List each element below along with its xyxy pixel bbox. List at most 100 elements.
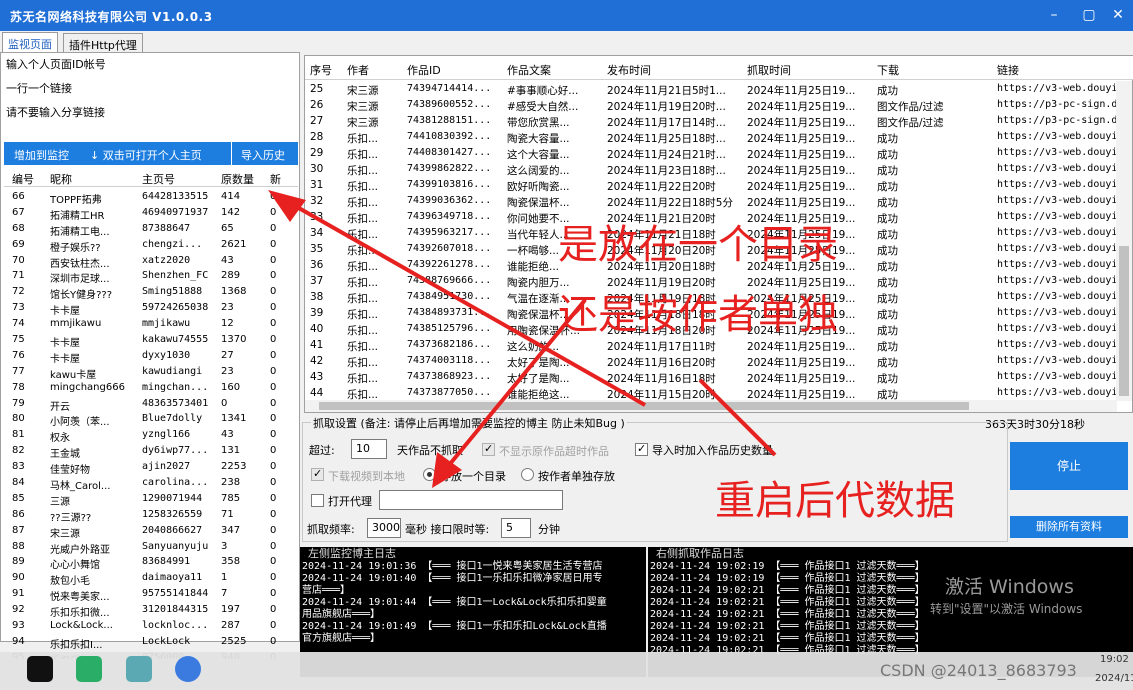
table-row[interactable]: 29 乐扣... 74408301427... 这个大容量... 2024年11月24日… [305, 145, 1117, 161]
wait-input[interactable]: 5 [501, 518, 531, 538]
table-row[interactable]: 25 宋三源 74394714414... #事事顺心好... 2024年11月21日5… [305, 81, 1117, 97]
table-row[interactable]: 92 乐扣乐扣微... 31201844315 197 0 [4, 602, 298, 619]
download-local-checkbox[interactable] [311, 467, 324, 481]
table-row[interactable]: 81 权永 yzngl166 43 0 [4, 427, 298, 444]
table-row[interactable]: 66 TOPPF拓弗 64428133515 414 0 [4, 189, 298, 206]
table-row[interactable]: 83 佳莹好物 ajin2027 2253 0 [4, 459, 298, 476]
table-cell: 2024年11月21日5时1... [607, 85, 726, 97]
open-proxy-checkbox[interactable] [311, 494, 324, 507]
table-row[interactable]: 30 乐扣... 74399862822... 这么阔爱的... 2024年11月23日… [305, 161, 1117, 177]
table-row[interactable]: 74 mmjikawu mmjikawu 12 0 [4, 316, 298, 332]
table-cell: 36 [310, 259, 324, 271]
proxy-input[interactable] [379, 490, 563, 510]
table-row[interactable]: 32 乐扣... 74399036362... 陶瓷保温杯... 2024年11月22日… [305, 193, 1117, 209]
table-cell: 92 [12, 604, 25, 616]
over-days-input[interactable]: 10 [351, 439, 387, 459]
table-row[interactable]: 84 马林_Carol... carolina... 238 0 [4, 475, 298, 492]
table-cell: 宋三源 [347, 101, 379, 113]
table-row[interactable]: 44 乐扣... 74373877050... 谁能拒绝这... 2024年11月15日… [305, 385, 1117, 401]
maximize-icon[interactable]: ▢ [1077, 4, 1101, 26]
table-row[interactable]: 75 卡卡屋 kakawu74555 1370 0 [4, 332, 298, 349]
table-row[interactable]: 31 乐扣... 74399103816... 欧好听陶瓷... 2024年11月22日… [305, 177, 1117, 193]
table-cell: 成功 [877, 325, 898, 337]
table-row[interactable]: 26 宋三源 74389600552... #感受大自然... 2024年11月19日2… [305, 97, 1117, 113]
import-history-checkbox[interactable] [635, 442, 648, 456]
table-row[interactable]: 71 深圳市足球... Shenzhen_FC 289 0 [4, 268, 298, 285]
table-row[interactable]: 80 小阿羡（苯... Blue7dolly 1341 0 [4, 411, 298, 428]
scroll-thumb[interactable] [319, 402, 969, 410]
store-by-author-radio[interactable] [521, 468, 534, 481]
col-nickname[interactable]: 昵称 [50, 171, 72, 187]
instruction-line[interactable]: 输入个人页面ID帐号 [6, 56, 106, 72]
app-icon[interactable] [126, 656, 152, 682]
qq-icon[interactable] [27, 656, 53, 682]
hide-old-checkbox[interactable] [482, 442, 495, 456]
col-work-id[interactable]: 作品ID [407, 62, 441, 78]
wechat-icon[interactable] [76, 656, 102, 682]
instruction-line[interactable]: 请不要输入分享链接 [6, 104, 105, 120]
table-cell: 0 [270, 206, 277, 218]
table-row[interactable]: 90 敖包小毛 daimaoya11 1 0 [4, 570, 298, 587]
import-history-button[interactable]: 导入历史 [241, 147, 285, 163]
table-row[interactable]: 88 光威户外路亚 Sanyuanyuju 3 0 [4, 539, 298, 556]
table-cell: 69 [12, 238, 25, 250]
col-link[interactable]: 链接 [997, 62, 1019, 78]
col-download[interactable]: 下载 [877, 62, 899, 78]
col-author[interactable]: 作者 [347, 62, 369, 78]
table-cell: Sanyuanyuju [142, 540, 209, 552]
table-row[interactable]: 91 悦来粤美家... 95755141844 7 0 [4, 586, 298, 603]
add-to-monitor-button[interactable]: 增加到监控 [14, 147, 69, 163]
table-row[interactable]: 72 馆长Y健身??? Sming51888 1368 0 [4, 284, 298, 301]
col-id[interactable]: 编号 [12, 171, 34, 187]
table-row[interactable]: 27 宋三源 74381288151... 带您欣赏黑... 2024年11月17日14… [305, 113, 1117, 129]
table-row[interactable]: 69 橙子娱乐?? chengzi... 2621 0 [4, 237, 298, 254]
table-row[interactable]: 93 Lock&Lock... locknloc... 287 0 [4, 618, 298, 634]
col-publish-time[interactable]: 发布时间 [607, 62, 651, 78]
col-orig-count[interactable]: 原数量 [221, 171, 254, 187]
table-cell: 0 [270, 620, 277, 632]
tab-monitor[interactable]: 监视页面 [2, 32, 58, 53]
table-cell: 0 [270, 572, 277, 584]
table-cell: 28 [310, 131, 324, 143]
table-row[interactable]: 43 乐扣... 74373868923... 太好了是陶... 2024年11月16日… [305, 369, 1117, 385]
table-row[interactable]: 87 宋三源 2040866627 347 0 [4, 523, 298, 540]
vertical-scrollbar[interactable] [1116, 81, 1132, 401]
freq-input[interactable]: 3000 [367, 518, 401, 538]
table-row[interactable]: 42 乐扣... 74374003118... 太好了是陶... 2024年11月16日… [305, 353, 1117, 369]
monitor-toolbar: 增加到监控 ↓ 双击可打开个人主页 导入历史 [4, 142, 298, 165]
table-row[interactable]: 73 卡卡屋 59724265038 23 0 [4, 300, 298, 317]
col-new[interactable]: 新 [270, 171, 281, 187]
col-homepage[interactable]: 主页号 [142, 171, 175, 187]
close-icon[interactable]: ✕ [1106, 4, 1130, 26]
table-row[interactable]: 78 mingchang666 mingchan... 160 0 [4, 380, 298, 396]
table-row[interactable]: 85 三源 1290071944 785 0 [4, 491, 298, 508]
table-row[interactable]: 94 乐扣乐扣I... LockLock 2525 0 [4, 634, 298, 651]
scroll-thumb[interactable] [1119, 246, 1129, 396]
tab-http-proxy[interactable]: 插件Http代理 [63, 33, 143, 53]
table-row[interactable]: 67 拓浦精工HR 46940971937 142 0 [4, 205, 298, 222]
delete-all-button[interactable]: 删除所有资料 [1010, 516, 1128, 538]
table-row[interactable]: 79 开云 48363573401 0 0 [4, 396, 298, 413]
store-one-radio[interactable] [423, 468, 436, 481]
table-row[interactable]: 70 西安钛柱杰... xatz2020 43 0 [4, 253, 298, 270]
col-seq[interactable]: 序号 [310, 62, 332, 78]
table-cell: 乐扣... [347, 341, 379, 353]
table-row[interactable]: 68 拓浦精工电... 87388647 65 0 [4, 221, 298, 238]
table-row[interactable]: 28 乐扣... 74410830392... 陶瓷大容量... 2024年11月25日… [305, 129, 1117, 145]
instruction-line[interactable]: 一行一个链接 [6, 80, 72, 96]
table-cell: 74384893731... [407, 307, 492, 318]
table-cell: 89 [12, 556, 25, 568]
table-cell: 74410830392... [407, 131, 492, 142]
minimize-icon[interactable]: – [1042, 4, 1066, 26]
table-cell: 心心小舞馆 [50, 560, 100, 572]
table-row[interactable]: 82 王金城 dy6iwp77... 131 0 [4, 443, 298, 460]
col-fetch-time[interactable]: 抓取时间 [747, 62, 791, 78]
baidu-netdisk-icon[interactable] [175, 656, 201, 682]
table-row[interactable]: 89 心心小舞馆 83684991 358 0 [4, 554, 298, 572]
stop-button[interactable]: 停止 [1010, 442, 1128, 490]
table-row[interactable]: 86 ??三源?? 1258326559 71 0 [4, 507, 298, 524]
col-caption[interactable]: 作品文案 [507, 62, 551, 78]
table-row[interactable]: 77 kawu卡屋 kawudiangi 23 0 [4, 364, 298, 381]
table-row[interactable]: 76 卡卡屋 dyxy1030 27 0 [4, 348, 298, 365]
horizontal-scrollbar[interactable] [305, 400, 1117, 412]
